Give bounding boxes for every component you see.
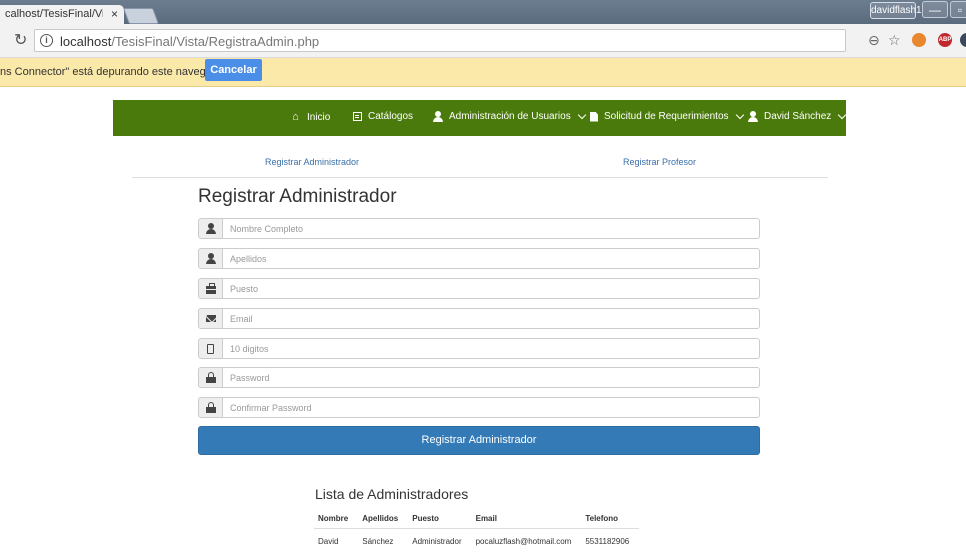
table-cell: pocaluzflash@hotmail.com	[475, 537, 572, 546]
browser-tab-strip: calhost/TesisFinal/Vista × davidflash1 —…	[0, 0, 966, 24]
url-text: localhost/TesisFinal/Vista/RegistraAdmin…	[60, 34, 319, 49]
puesto-input[interactable]	[223, 278, 760, 299]
lock-icon	[205, 372, 216, 383]
table-row: David Sánchez Administrador pocaluzflash…	[314, 529, 639, 551]
confirm-password-field	[198, 397, 760, 418]
email-input[interactable]	[223, 308, 760, 329]
apellidos-input[interactable]	[223, 248, 760, 269]
chevron-down-icon	[577, 110, 586, 119]
field-addon	[198, 278, 223, 299]
extension-fire-icon[interactable]	[912, 33, 926, 47]
column-header: Email	[471, 509, 582, 529]
browser-tab[interactable]: calhost/TesisFinal/Vista ×	[0, 5, 124, 24]
list-icon	[353, 112, 362, 121]
user-icon	[748, 111, 758, 122]
info-icon[interactable]: i	[40, 34, 53, 47]
zoom-icon[interactable]: ⊖	[868, 32, 880, 49]
user-icon	[205, 253, 216, 264]
field-addon	[198, 248, 223, 269]
briefcase-icon	[205, 282, 216, 294]
table-cell: 5531182906	[585, 537, 630, 546]
column-header: Telefono	[581, 509, 640, 529]
field-addon	[198, 367, 223, 388]
nav-label: Catálogos	[368, 111, 414, 122]
nombre-input[interactable]	[223, 218, 760, 239]
browser-toolbar: ↻ i localhost/TesisFinal/Vista/RegistraA…	[0, 24, 966, 58]
registrar-administrador-button[interactable]: Registrar Administrador	[198, 426, 760, 455]
nav-label: Inicio	[307, 111, 331, 123]
nav-item-catalogos[interactable]: Catálogos	[353, 111, 413, 122]
password-field	[198, 367, 760, 388]
nav-item-solicitud-requerimientos[interactable]: Solicitud de Requerimientos	[590, 110, 744, 122]
user-icon	[205, 223, 216, 234]
nombre-field	[198, 218, 760, 239]
email-field	[198, 308, 760, 329]
adblock-icon[interactable]: ABP	[938, 33, 952, 47]
tab-title: calhost/TesisFinal/Vista	[5, 8, 103, 20]
table-cell: Administrador	[412, 537, 462, 546]
minimize-icon[interactable]: —	[922, 1, 948, 18]
url-host: localhost	[60, 34, 112, 49]
chevron-down-icon	[735, 110, 744, 119]
lock-icon	[205, 402, 216, 413]
phone-icon	[207, 343, 214, 354]
url-path: /TesisFinal/Vista/RegistraAdmin.php	[111, 34, 320, 49]
field-addon	[198, 338, 223, 359]
password-input[interactable]	[223, 367, 760, 388]
admin-list-title: Lista de Administradores	[315, 486, 469, 502]
infobar-message: ns Connector" está depurando este navega…	[0, 66, 231, 78]
admin-table: Nombre Apellidos Puesto Email Telefono D…	[314, 509, 640, 551]
maximize-icon[interactable]: ▫	[950, 1, 966, 18]
nav-label: David Sánchez	[764, 111, 832, 122]
field-addon	[198, 397, 223, 418]
profile-button[interactable]: davidflash1	[870, 2, 922, 19]
new-tab-button[interactable]	[123, 8, 159, 24]
table-cell: David	[318, 537, 339, 546]
document-icon	[590, 111, 598, 122]
tab-close-icon[interactable]: ×	[111, 7, 118, 21]
sub-navigation: Registrar Administrador Registrar Profes…	[132, 150, 828, 178]
column-header: Puesto	[408, 509, 472, 529]
chevron-down-icon	[838, 110, 847, 119]
link-registrar-profesor[interactable]: Registrar Profesor	[623, 157, 696, 167]
extension-icon[interactable]	[960, 33, 966, 47]
telefono-field	[198, 338, 760, 359]
table-header-row: Nombre Apellidos Puesto Email Telefono	[314, 509, 640, 529]
page-title: Registrar Administrador	[198, 186, 397, 207]
reload-icon[interactable]: ↻	[14, 30, 27, 50]
nav-item-administracion-usuarios[interactable]: Administración de Usuarios	[433, 110, 586, 122]
column-header: Nombre	[314, 509, 359, 529]
table-cell: Sánchez	[362, 537, 394, 546]
confirm-password-input[interactable]	[223, 397, 760, 418]
column-header: Apellidos	[358, 509, 409, 529]
debugging-infobar: ns Connector" está depurando este navega…	[0, 58, 966, 87]
link-registrar-administrador[interactable]: Registrar Administrador	[265, 157, 359, 167]
cancel-button[interactable]: Cancelar	[205, 59, 262, 81]
nav-label: Administración de Usuarios	[449, 111, 571, 122]
home-icon: ⌂	[292, 111, 299, 123]
telefono-input[interactable]	[223, 338, 760, 359]
field-addon	[198, 218, 223, 239]
bookmark-star-icon[interactable]: ☆	[888, 32, 901, 49]
nav-label: Solicitud de Requerimientos	[604, 111, 729, 122]
user-icon	[433, 111, 443, 122]
envelope-icon	[205, 315, 216, 322]
nav-item-user-menu[interactable]: David Sánchez	[748, 110, 847, 122]
address-bar[interactable]: i localhost/TesisFinal/Vista/RegistraAdm…	[34, 29, 846, 52]
main-navbar: ⌂ Inicio Catálogos Administración de Usu…	[113, 100, 847, 136]
field-addon	[198, 308, 223, 329]
apellidos-field	[198, 248, 760, 269]
nav-item-inicio[interactable]: ⌂ Inicio	[290, 111, 330, 123]
puesto-field	[198, 278, 760, 299]
